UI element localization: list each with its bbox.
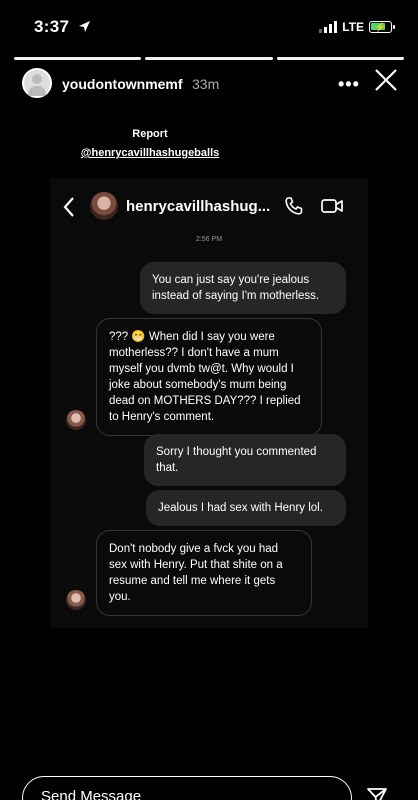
phone-icon[interactable] (284, 196, 304, 216)
report-title: Report (132, 128, 168, 140)
dm-screenshot: henrycavillhashug... 2:56 PM You can jus… (50, 178, 368, 628)
signal-icon (319, 21, 338, 33)
message-received: ??? 😁 When did I say you were motherless… (96, 318, 322, 436)
message-sent: You can just say you're jealous instead … (140, 262, 346, 314)
battery-icon: ⚡ (369, 21, 395, 33)
report-caption: Report @henrycavillhashugeballs (0, 128, 300, 159)
dm-timestamp: 2:56 PM (195, 236, 223, 243)
status-bar: 3:37 LTE ⚡ (0, 0, 418, 52)
location-arrow-icon (79, 21, 90, 32)
message-received: Don't nobody give a fvck you had sex wit… (96, 530, 312, 616)
more-icon[interactable]: ••• (338, 75, 360, 93)
send-message-input-container (22, 776, 352, 800)
dm-header: henrycavillhashug... (50, 190, 368, 224)
avatar[interactable] (90, 192, 118, 220)
video-icon[interactable] (320, 197, 344, 215)
avatar[interactable] (22, 68, 52, 98)
network-type: LTE (342, 20, 364, 34)
message-sent: Sorry I thought you commented that. (144, 434, 346, 486)
send-message-input[interactable] (41, 788, 240, 800)
story-header: youdontownmemf 33m ••• (0, 64, 418, 104)
report-handle-link[interactable]: @henrycavillhashugeballs (0, 147, 300, 159)
back-icon[interactable] (62, 196, 76, 218)
clock: 3:37 (34, 17, 70, 36)
send-icon[interactable] (366, 786, 388, 800)
dm-contact-name[interactable]: henrycavillhashug... (126, 198, 270, 215)
story-username[interactable]: youdontownmemf (62, 76, 183, 92)
story-progress-bar (14, 57, 404, 60)
status-indicators: LTE ⚡ (319, 20, 395, 34)
message-sent: Jealous I had sex with Henry lol. (146, 490, 346, 526)
avatar[interactable] (66, 410, 86, 430)
close-icon[interactable] (372, 66, 400, 94)
avatar[interactable] (66, 590, 86, 610)
story-time-ago: 33m (192, 76, 220, 92)
